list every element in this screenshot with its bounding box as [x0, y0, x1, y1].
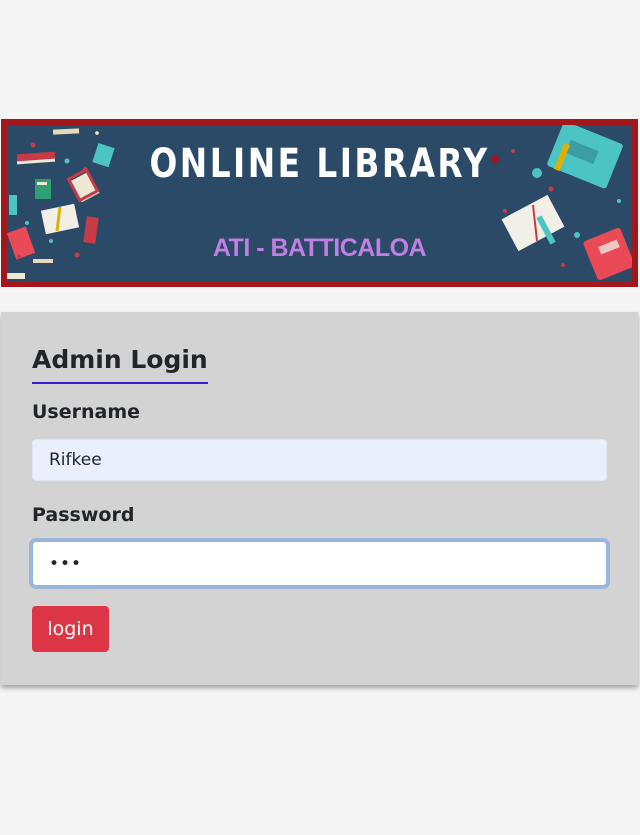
username-input[interactable]	[32, 439, 607, 481]
password-label: Password	[32, 504, 135, 526]
banner-title: ONLINE LIBRARY	[149, 141, 490, 187]
login-button[interactable]: login	[32, 606, 109, 652]
login-heading: Admin Login	[32, 344, 208, 384]
username-label: Username	[32, 401, 141, 423]
password-input[interactable]	[32, 541, 607, 586]
login-card: Admin Login Username Password login	[1, 312, 638, 685]
banner-subtitle: ATI - BATTICALOA	[212, 234, 427, 262]
header-banner: ONLINE LIBRARY ATI - BATTICALOA	[1, 119, 638, 287]
